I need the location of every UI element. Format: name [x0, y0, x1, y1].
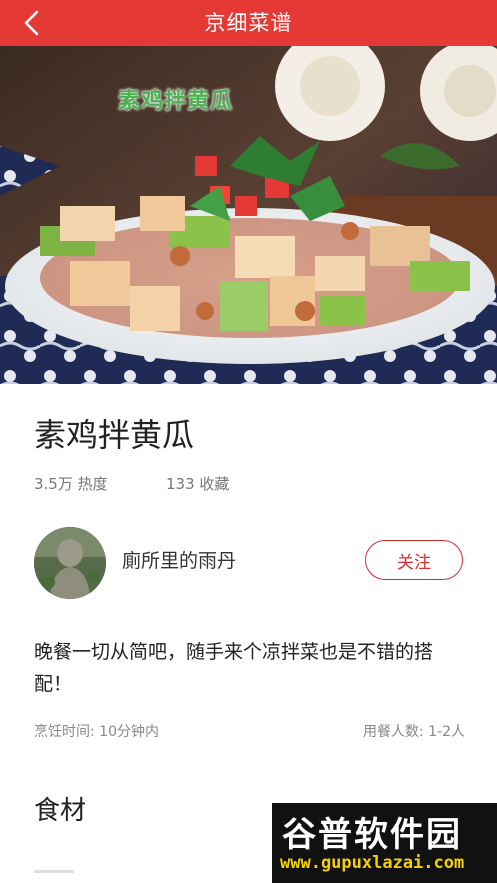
recipe-hero-image: 素鸡拌黄瓜	[0, 46, 497, 384]
watermark-url: www.gupuxlazai.com	[280, 853, 465, 873]
favorites-label: 收藏	[199, 475, 230, 493]
ingredients-section-title: 食材	[34, 796, 87, 826]
cook-time-label: 烹饪时间:	[34, 724, 95, 740]
top-bar: 京细菜谱	[0, 0, 497, 46]
favorites-stat: 133 收藏	[166, 473, 229, 494]
heat-value: 3.5万	[34, 475, 73, 493]
heat-stat: 3.5万 热度	[34, 473, 108, 494]
watermark-text: 谷普软件园	[282, 815, 462, 855]
cook-time-value: 10分钟内	[99, 724, 159, 740]
heat-label: 热度	[77, 475, 108, 493]
image-caption: 素鸡拌黄瓜	[118, 89, 234, 114]
avatar-image	[34, 527, 106, 599]
cook-time: 烹饪时间: 10分钟内	[34, 721, 159, 741]
recipe-title: 素鸡拌黄瓜	[34, 416, 195, 454]
follow-button[interactable]: 关注	[365, 540, 463, 580]
servings-label: 用餐人数:	[362, 724, 424, 740]
servings-value: 1-2人	[428, 724, 465, 740]
dish-photo	[0, 46, 497, 384]
author-name[interactable]: 廁所里的雨丹	[122, 546, 236, 573]
favorites-value: 133	[166, 475, 195, 493]
page-title: 京细菜谱	[204, 11, 293, 35]
watermark: 谷普软件园 www.gupuxlazai.com	[272, 803, 497, 883]
recipe-description: 晚餐一切从简吧，随手来个凉拌菜也是不错的搭配！	[34, 641, 434, 695]
ingredients-list-peek	[34, 870, 74, 873]
servings: 用餐人数: 1-2人	[363, 721, 465, 741]
avatar[interactable]	[34, 527, 106, 599]
